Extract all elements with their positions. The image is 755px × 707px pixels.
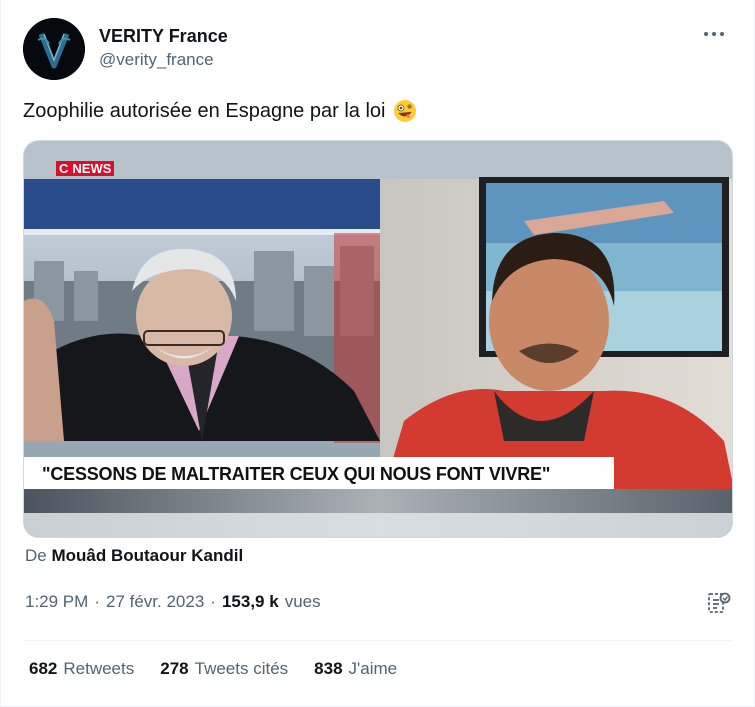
quotes-count: 278 <box>160 659 189 678</box>
tweet-video-thumbnail[interactable]: C NEWS "CESSONS DE MALTRAITER CEUX QUI N… <box>23 140 733 538</box>
cnews-logo: C NEWS <box>56 161 115 176</box>
retweets-label: Retweets <box>63 659 135 678</box>
attribution-author-link[interactable]: Mouâd Boutaour Kandil <box>51 546 243 565</box>
attribution-prefix: De <box>25 546 47 565</box>
author-block: VERITY France @verity_france <box>99 26 228 70</box>
author-handle[interactable]: @verity_france <box>99 50 228 70</box>
likes-count: 838 <box>314 659 343 678</box>
more-options-icon[interactable] <box>700 24 728 44</box>
tweet-meta: 1:29 PM · 27 févr. 2023 · 153,9 k vues <box>25 592 321 612</box>
analytics-icon[interactable] <box>706 590 732 616</box>
tweet-time[interactable]: 1:29 PM <box>25 592 88 612</box>
zany-face-emoji-icon <box>394 100 417 122</box>
meta-separator: · <box>94 592 100 611</box>
tweet-text-content: Zoophilie autorisée en Espagne par la lo… <box>23 100 386 122</box>
views-count: 153,9 k <box>221 592 279 611</box>
cnews-logo-prefix: C <box>56 161 72 176</box>
quote-tweets-stat[interactable]: 278 Tweets cités <box>160 659 288 679</box>
stats-divider <box>25 640 732 641</box>
tweet-card: VERITY France @verity_france Zoophilie a… <box>0 0 755 707</box>
meta-separator: · <box>210 592 216 611</box>
likes-label: J'aime <box>348 659 398 678</box>
video-attribution: De Mouâd Boutaour Kandil <box>25 546 243 566</box>
quotes-label: Tweets cités <box>194 659 289 678</box>
tweet-header: VERITY France @verity_france <box>23 18 732 80</box>
tweet-text: Zoophilie autorisée en Espagne par la lo… <box>23 98 417 124</box>
likes-stat[interactable]: 838 J'aime <box>314 659 397 679</box>
video-caption: "CESSONS DE MALTRAITER CEUX QUI NOUS FON… <box>42 464 551 484</box>
retweets-count: 682 <box>29 659 58 678</box>
verity-logo-icon <box>23 18 85 80</box>
avatar[interactable] <box>23 18 85 80</box>
cnews-logo-text: NEWS <box>71 161 115 176</box>
views-label: vues <box>284 592 321 611</box>
tweet-stats: 682 Retweets 278 Tweets cités 838 J'aime <box>29 659 397 679</box>
retweets-stat[interactable]: 682 Retweets <box>29 659 134 679</box>
author-display-name[interactable]: VERITY France <box>99 26 228 46</box>
tweet-date[interactable]: 27 févr. 2023 <box>106 592 204 612</box>
